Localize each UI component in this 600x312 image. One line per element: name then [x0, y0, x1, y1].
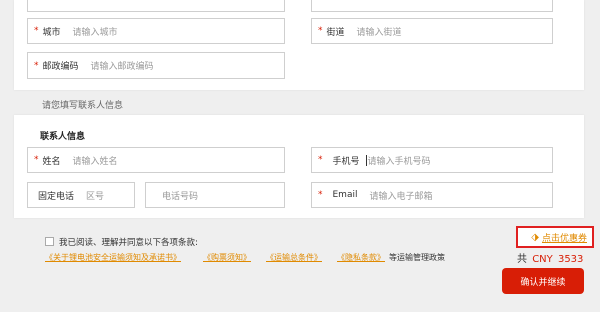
terms-link-ticket[interactable]: 《购票须知》 — [203, 252, 251, 263]
total-currency: CNY — [532, 254, 553, 265]
postal-code-label: 邮政编码 — [42, 62, 79, 72]
order-total: 共 CNY 3533 — [517, 250, 583, 265]
coupon-button[interactable]: ⬗ 点击优惠券 — [516, 226, 594, 248]
phone-number-placeholder: 电话号码 — [162, 191, 199, 202]
confirm-continue-label: 确认并继续 — [520, 277, 566, 288]
required-mark: * — [318, 26, 323, 36]
street-placeholder: 请输入街道 — [356, 27, 402, 38]
terms-link-transport[interactable]: 《运输总条件》 — [266, 252, 322, 263]
street-field[interactable]: * 街道 请输入街道 — [311, 18, 553, 44]
email-label: Email — [332, 190, 358, 200]
confirm-continue-button[interactable]: 确认并继续 — [502, 268, 584, 294]
address-field-top-right[interactable] — [311, 0, 553, 12]
landline-number-field[interactable]: 电话号码 — [145, 182, 285, 208]
agreement-checkbox[interactable] — [45, 237, 54, 246]
phone-label: 手机号 — [332, 156, 360, 167]
area-code-placeholder: 区号 — [86, 191, 105, 202]
text-cursor — [365, 154, 367, 166]
total-prefix: 共 — [517, 254, 527, 265]
name-placeholder: 请输入姓名 — [72, 156, 118, 167]
landline-label: 固定电话 — [38, 191, 75, 202]
email-placeholder: 请输入电子邮箱 — [369, 191, 433, 202]
tag-icon: ⬗ — [531, 231, 539, 243]
name-field[interactable]: * 姓名 请输入姓名 — [27, 147, 285, 173]
contact-hint: 请您填写联系人信息 — [42, 101, 124, 111]
address-field-top-left[interactable] — [27, 0, 285, 12]
phone-placeholder: 请输入手机号码 — [367, 156, 431, 167]
terms-intro: 我已阅读、理解并同意以下各项条款: — [59, 238, 198, 248]
landline-area-field[interactable]: 固定电话 区号 — [27, 182, 135, 208]
required-mark: * — [34, 26, 39, 36]
contact-title: 联系人信息 — [40, 132, 86, 142]
coupon-label: 点击优惠券 — [541, 233, 587, 244]
terms-suffix: 等运输管理政策 — [389, 253, 445, 262]
phone-field[interactable]: * 手机号 请输入手机号码 — [311, 147, 553, 173]
city-field[interactable]: * 城市 请输入城市 — [27, 18, 285, 44]
address-card: * 城市 请输入城市 * 街道 请输入街道 * 邮政编码 请输入邮政编码 — [14, 0, 584, 90]
total-amount: 3533 — [557, 254, 584, 265]
city-label: 城市 — [42, 27, 61, 38]
required-mark: * — [34, 155, 39, 165]
street-label: 街道 — [326, 27, 345, 38]
postal-code-placeholder: 请输入邮政编码 — [90, 62, 154, 72]
terms-link-privacy[interactable]: 《隐私条款》 — [337, 252, 385, 263]
terms-link-lithium[interactable]: 《关于锂电池安全运输须知及承诺书》 — [45, 252, 181, 263]
name-label: 姓名 — [42, 156, 61, 167]
contact-card: 联系人信息 * 姓名 请输入姓名 * 手机号 请输入手机号码 固定电话 区号 电… — [14, 115, 584, 218]
required-mark: * — [34, 60, 39, 71]
required-mark: * — [318, 190, 323, 200]
email-field[interactable]: * Email 请输入电子邮箱 — [311, 182, 553, 208]
required-mark: * — [318, 155, 323, 165]
city-placeholder: 请输入城市 — [72, 27, 118, 38]
postal-code-field[interactable]: * 邮政编码 请输入邮政编码 — [27, 52, 285, 79]
